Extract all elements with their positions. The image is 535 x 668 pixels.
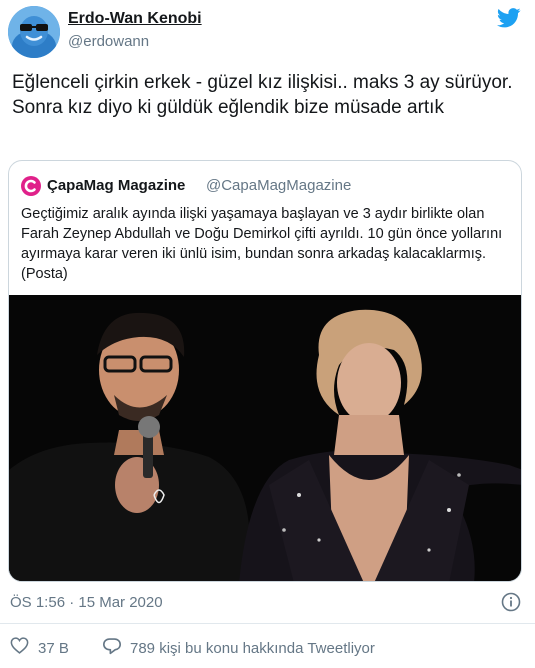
quoted-author-name: ÇapaMag Magazine [47, 177, 186, 194]
tweet-card: Erdo-Wan Kenobi @erdowann Eğlenceli çirk… [0, 0, 535, 668]
conversation-text: 789 kişi bu konu hakkında Tweetliyor [130, 640, 375, 657]
author-avatar[interactable] [8, 6, 60, 58]
divider [0, 623, 535, 624]
quoted-tweet-text: Geçtiğimiz aralık ayında ilişki yaşamaya… [21, 206, 503, 282]
quoted-author-handle: @CapaMagMagazine [206, 177, 352, 194]
tweet-timestamp[interactable]: ÖS 1:56 · 15 Mar 2020 [10, 594, 163, 611]
conversation-link[interactable]: 789 kişi bu konu hakkında Tweetliyor [102, 637, 375, 660]
author-handle[interactable]: @erdowann [68, 33, 149, 50]
reply-bubble-icon [102, 637, 122, 660]
quoted-avatar [21, 176, 41, 196]
avatar-illustration [8, 6, 60, 58]
like-count: 37 B [38, 639, 69, 657]
info-icon[interactable] [501, 592, 521, 612]
quoted-tweet[interactable]: ÇapaMag Magazine @CapaMagMagazine Geçtiğ… [8, 160, 522, 582]
author-name[interactable]: Erdo-Wan Kenobi [68, 10, 202, 28]
quoted-tweet-photo[interactable] [9, 295, 521, 581]
heart-icon [10, 637, 29, 659]
like-button[interactable]: 37 B [10, 637, 69, 659]
twitter-bird-icon[interactable] [496, 7, 521, 29]
tweet-text: Eğlenceli çirkin erkek - güzel kız ilişk… [12, 72, 513, 118]
photo-illustration [9, 295, 521, 581]
